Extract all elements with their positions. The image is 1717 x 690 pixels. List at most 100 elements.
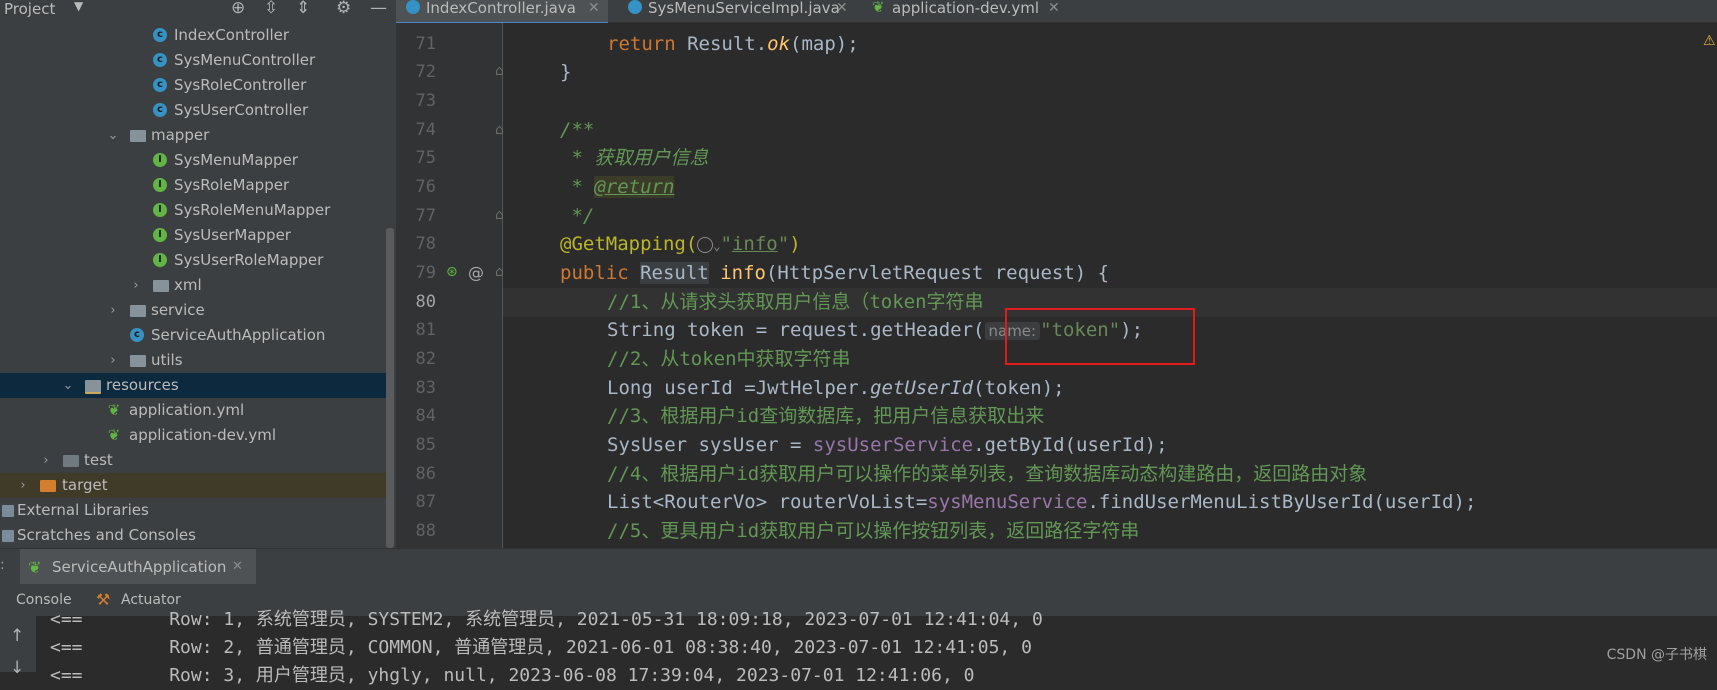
folder-icon: [63, 455, 79, 467]
project-panel-header: Project ▼ ⊕ ⇳ ⇕ ⚙ —: [0, 0, 396, 22]
locate-icon[interactable]: ⊕: [231, 0, 245, 18]
spring-config-icon: ❦: [107, 426, 121, 444]
arrow-down-icon[interactable]: ↓: [10, 658, 24, 678]
line-number: 86: [415, 464, 436, 484]
chevron-down-icon[interactable]: ▼: [74, 0, 83, 13]
code-line-74: /**: [560, 119, 595, 141]
line-number: 71: [415, 34, 436, 54]
tree-item-sysrolecontroller[interactable]: c SysRoleController: [0, 73, 394, 98]
tab-application-dev-yml[interactable]: ❦ application-dev.yml ✕: [862, 0, 1062, 22]
interface-icon: I: [153, 178, 167, 192]
chevron-right-icon[interactable]: ›: [40, 448, 52, 473]
tree-item-target[interactable]: › target: [0, 473, 394, 498]
tree-item-sysrolemenumapper[interactable]: I SysRoleMenuMapper: [0, 198, 394, 223]
tree-item-serviceauthapplication[interactable]: c ServiceAuthApplication: [0, 323, 394, 348]
tree-item-indexcontroller[interactable]: c IndexController: [0, 23, 394, 48]
arrow-up-icon[interactable]: ↑: [10, 626, 24, 646]
class-icon: c: [153, 78, 167, 92]
tree-item-service[interactable]: › service: [0, 298, 394, 323]
folder-icon: [130, 305, 146, 317]
fold-icon[interactable]: ⌂: [495, 207, 504, 223]
folder-icon: [153, 280, 169, 292]
spring-config-icon: ❦: [107, 401, 121, 419]
code-line-84: //3、根据用户id查询数据库，把用户信息获取出来: [607, 405, 1045, 427]
chevron-right-icon[interactable]: ›: [107, 298, 119, 323]
tree-item-sysmenucontroller[interactable]: c SysMenuController: [0, 48, 394, 73]
tree-item-mapper[interactable]: ⌄ mapper: [0, 123, 394, 148]
chevron-right-icon[interactable]: ›: [130, 273, 142, 298]
spring-config-icon: ❦: [872, 0, 885, 16]
tree-item-xml[interactable]: › xml: [0, 273, 394, 298]
line-number: 76: [415, 177, 436, 197]
line-number: 88: [415, 521, 436, 541]
tree-item-sysrolemapper[interactable]: I SysRoleMapper: [0, 173, 394, 198]
tree-item-application-dev-yml[interactable]: ❦ application-dev.yml: [0, 423, 394, 448]
class-icon: c: [153, 28, 167, 42]
chevron-right-icon[interactable]: ›: [107, 348, 119, 373]
chevron-down-icon[interactable]: ⌄: [107, 123, 119, 148]
code-line-85: SysUser sysUser = sysUserService.getById…: [607, 434, 1168, 456]
hide-panel-icon[interactable]: —: [370, 0, 387, 18]
fold-icon[interactable]: ⌂: [495, 264, 504, 280]
line-number: 85: [415, 435, 436, 455]
chevron-down-icon[interactable]: ⌄: [62, 373, 74, 398]
tree-item-test[interactable]: › test: [0, 448, 394, 473]
class-icon: [628, 0, 642, 14]
close-icon[interactable]: ✕: [232, 559, 243, 574]
fold-icon[interactable]: ⌂: [495, 63, 504, 79]
close-icon[interactable]: ✕: [836, 0, 848, 16]
class-icon: c: [153, 53, 167, 67]
line-number: 81: [415, 320, 436, 340]
endpoint-icon[interactable]: ⊛: [446, 264, 458, 280]
line-number: 73: [415, 91, 436, 111]
gear-icon[interactable]: ⚙: [336, 0, 351, 18]
console-line: <== Row: 3, 用户管理员, yhgly, null, 2023-06-…: [50, 665, 975, 686]
interface-icon: I: [153, 253, 167, 267]
tree-item-sysusercontroller[interactable]: c SysUserController: [0, 98, 394, 123]
line-number-current: 80: [415, 292, 436, 312]
line-number: 75: [415, 148, 436, 168]
line-number: 84: [415, 406, 436, 426]
line-number: 79: [415, 263, 436, 283]
line-number: 87: [415, 492, 436, 512]
tab-indexcontroller[interactable]: IndexController.java ✕: [396, 0, 608, 24]
tree-item-sysuserrolemapper[interactable]: I SysUserRoleMapper: [0, 248, 394, 273]
fold-icon[interactable]: ⌂: [495, 122, 504, 138]
library-icon: [2, 505, 14, 517]
annotation-marker-icon[interactable]: @: [468, 263, 484, 282]
target-folder-icon: [40, 480, 56, 492]
web-endpoint-icon[interactable]: [697, 236, 714, 253]
project-scrollbar[interactable]: [386, 228, 394, 548]
tree-item-resources[interactable]: ⌄ resources: [0, 373, 394, 398]
tab-sysmenuserviceimpl[interactable]: SysMenuServiceImpl.java ✕: [618, 0, 848, 22]
close-icon[interactable]: ✕: [1048, 0, 1060, 16]
chevron-right-icon[interactable]: ›: [17, 473, 29, 498]
tree-item-application-yml[interactable]: ❦ application.yml: [0, 398, 394, 423]
collapse-all-icon[interactable]: ⇕: [296, 0, 310, 18]
scratches-icon: [2, 530, 14, 542]
folder-icon: [130, 355, 146, 367]
resources-folder-icon: [85, 380, 101, 394]
interface-icon: I: [153, 228, 167, 242]
tree-item-utils[interactable]: › utils: [0, 348, 394, 373]
chevron-down-icon[interactable]: ⌄: [713, 239, 720, 253]
highlight-annotation-box: [1005, 308, 1195, 365]
code-line-76: * @return: [560, 176, 675, 198]
warning-icon[interactable]: ⚠: [1703, 33, 1716, 49]
watermark: CSDN @子书棋: [1606, 647, 1707, 663]
expand-all-icon[interactable]: ⇳: [264, 0, 278, 18]
line-number: 77: [415, 206, 436, 226]
tree-item-sysusermapper[interactable]: I SysUserMapper: [0, 223, 394, 248]
tree-item-scratches[interactable]: Scratches and Consoles: [0, 523, 394, 548]
run-tool-window-header: : ❦ ServiceAuthApplication ✕: [0, 548, 1717, 585]
tab-run-serviceauthapplication[interactable]: ❦ ServiceAuthApplication ✕: [20, 549, 256, 585]
code-line-72: }: [560, 61, 572, 83]
code-line-75: * 获取用户信息: [560, 147, 709, 169]
line-number: 78: [415, 234, 436, 254]
line-number: 82: [415, 349, 436, 369]
tree-item-external-libraries[interactable]: External Libraries: [0, 498, 394, 523]
tree-item-sysmenumapper[interactable]: I SysMenuMapper: [0, 148, 394, 173]
close-icon[interactable]: ✕: [588, 0, 600, 16]
code-line-83: Long userId =JwtHelper.getUserId(token);: [607, 377, 1065, 399]
project-view-selector[interactable]: Project: [4, 0, 55, 18]
